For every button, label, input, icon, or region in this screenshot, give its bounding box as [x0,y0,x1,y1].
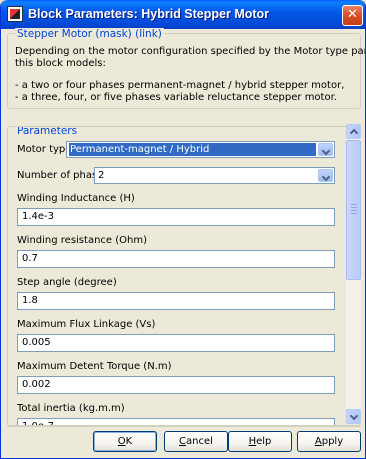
scrollbar-thumb[interactable] [346,140,361,280]
mask-description-group: Stepper Motor (mask) (link) Depending on… [7,28,365,109]
winding-resistance-label: Winding resistance (Ohm) [17,235,147,246]
motor-type-label: Motor type [17,144,72,155]
ok-button[interactable]: OK [93,431,157,452]
max-flux-linkage-label: Maximum Flux Linkage (Vs) [17,319,156,330]
step-angle-field[interactable]: 1.8 [17,292,335,310]
max-flux-linkage-field[interactable]: 0.005 [17,334,335,352]
winding-inductance-field[interactable]: 1.4e-3 [17,208,335,226]
number-of-phases-value: 2 [98,170,105,181]
apply-button[interactable]: Apply [297,431,361,452]
description-line: Depending on the motor configuration spe… [15,46,365,57]
motor-type-select[interactable]: Permanent-magnet / Hybrid [66,141,335,158]
scroll-up-arrow-icon[interactable] [346,124,361,139]
simulink-block-icon [7,6,23,22]
step-angle-label: Step angle (degree) [17,277,117,288]
total-inertia-field[interactable]: 1.0e-7 [17,418,335,425]
close-button[interactable]: ✕ [342,5,363,26]
max-detent-torque-label: Maximum Detent Torque (N.m) [17,361,172,372]
cancel-button[interactable]: Cancel [164,431,228,452]
block-parameters-dialog: Block Parameters: Hybrid Stepper Motor ✕… [0,0,366,459]
chevron-down-icon[interactable] [318,169,333,182]
mask-description-title: Stepper Motor (mask) (link) [15,28,164,40]
window-title: Block Parameters: Hybrid Stepper Motor [28,7,270,21]
scroll-down-arrow-icon[interactable] [346,409,361,424]
mask-description-text: Depending on the motor configuration spe… [15,46,365,103]
divider [7,426,361,427]
parameters-group-title: Parameters [15,126,80,137]
title-bar[interactable]: Block Parameters: Hybrid Stepper Motor ✕ [1,0,365,29]
total-inertia-label: Total inertia (kg.m.m) [17,403,125,414]
vertical-scrollbar[interactable] [346,124,361,424]
description-line: - a two or four phases permanent-magnet … [15,80,345,91]
winding-inductance-label: Winding Inductance (H) [17,193,135,204]
description-line: - a three, four, or five phases variable… [15,91,337,103]
description-line: this block models: [15,57,106,69]
chevron-down-icon[interactable] [318,143,333,156]
number-of-phases-select[interactable]: 2 [94,167,335,184]
winding-resistance-field[interactable]: 0.7 [17,250,335,268]
help-button[interactable]: Help [228,431,292,452]
max-detent-torque-field[interactable]: 0.002 [17,376,335,394]
motor-type-value: Permanent-magnet / Hybrid [69,143,316,156]
parameters-group: Parameters Motor type Permanent-magnet /… [7,126,361,426]
